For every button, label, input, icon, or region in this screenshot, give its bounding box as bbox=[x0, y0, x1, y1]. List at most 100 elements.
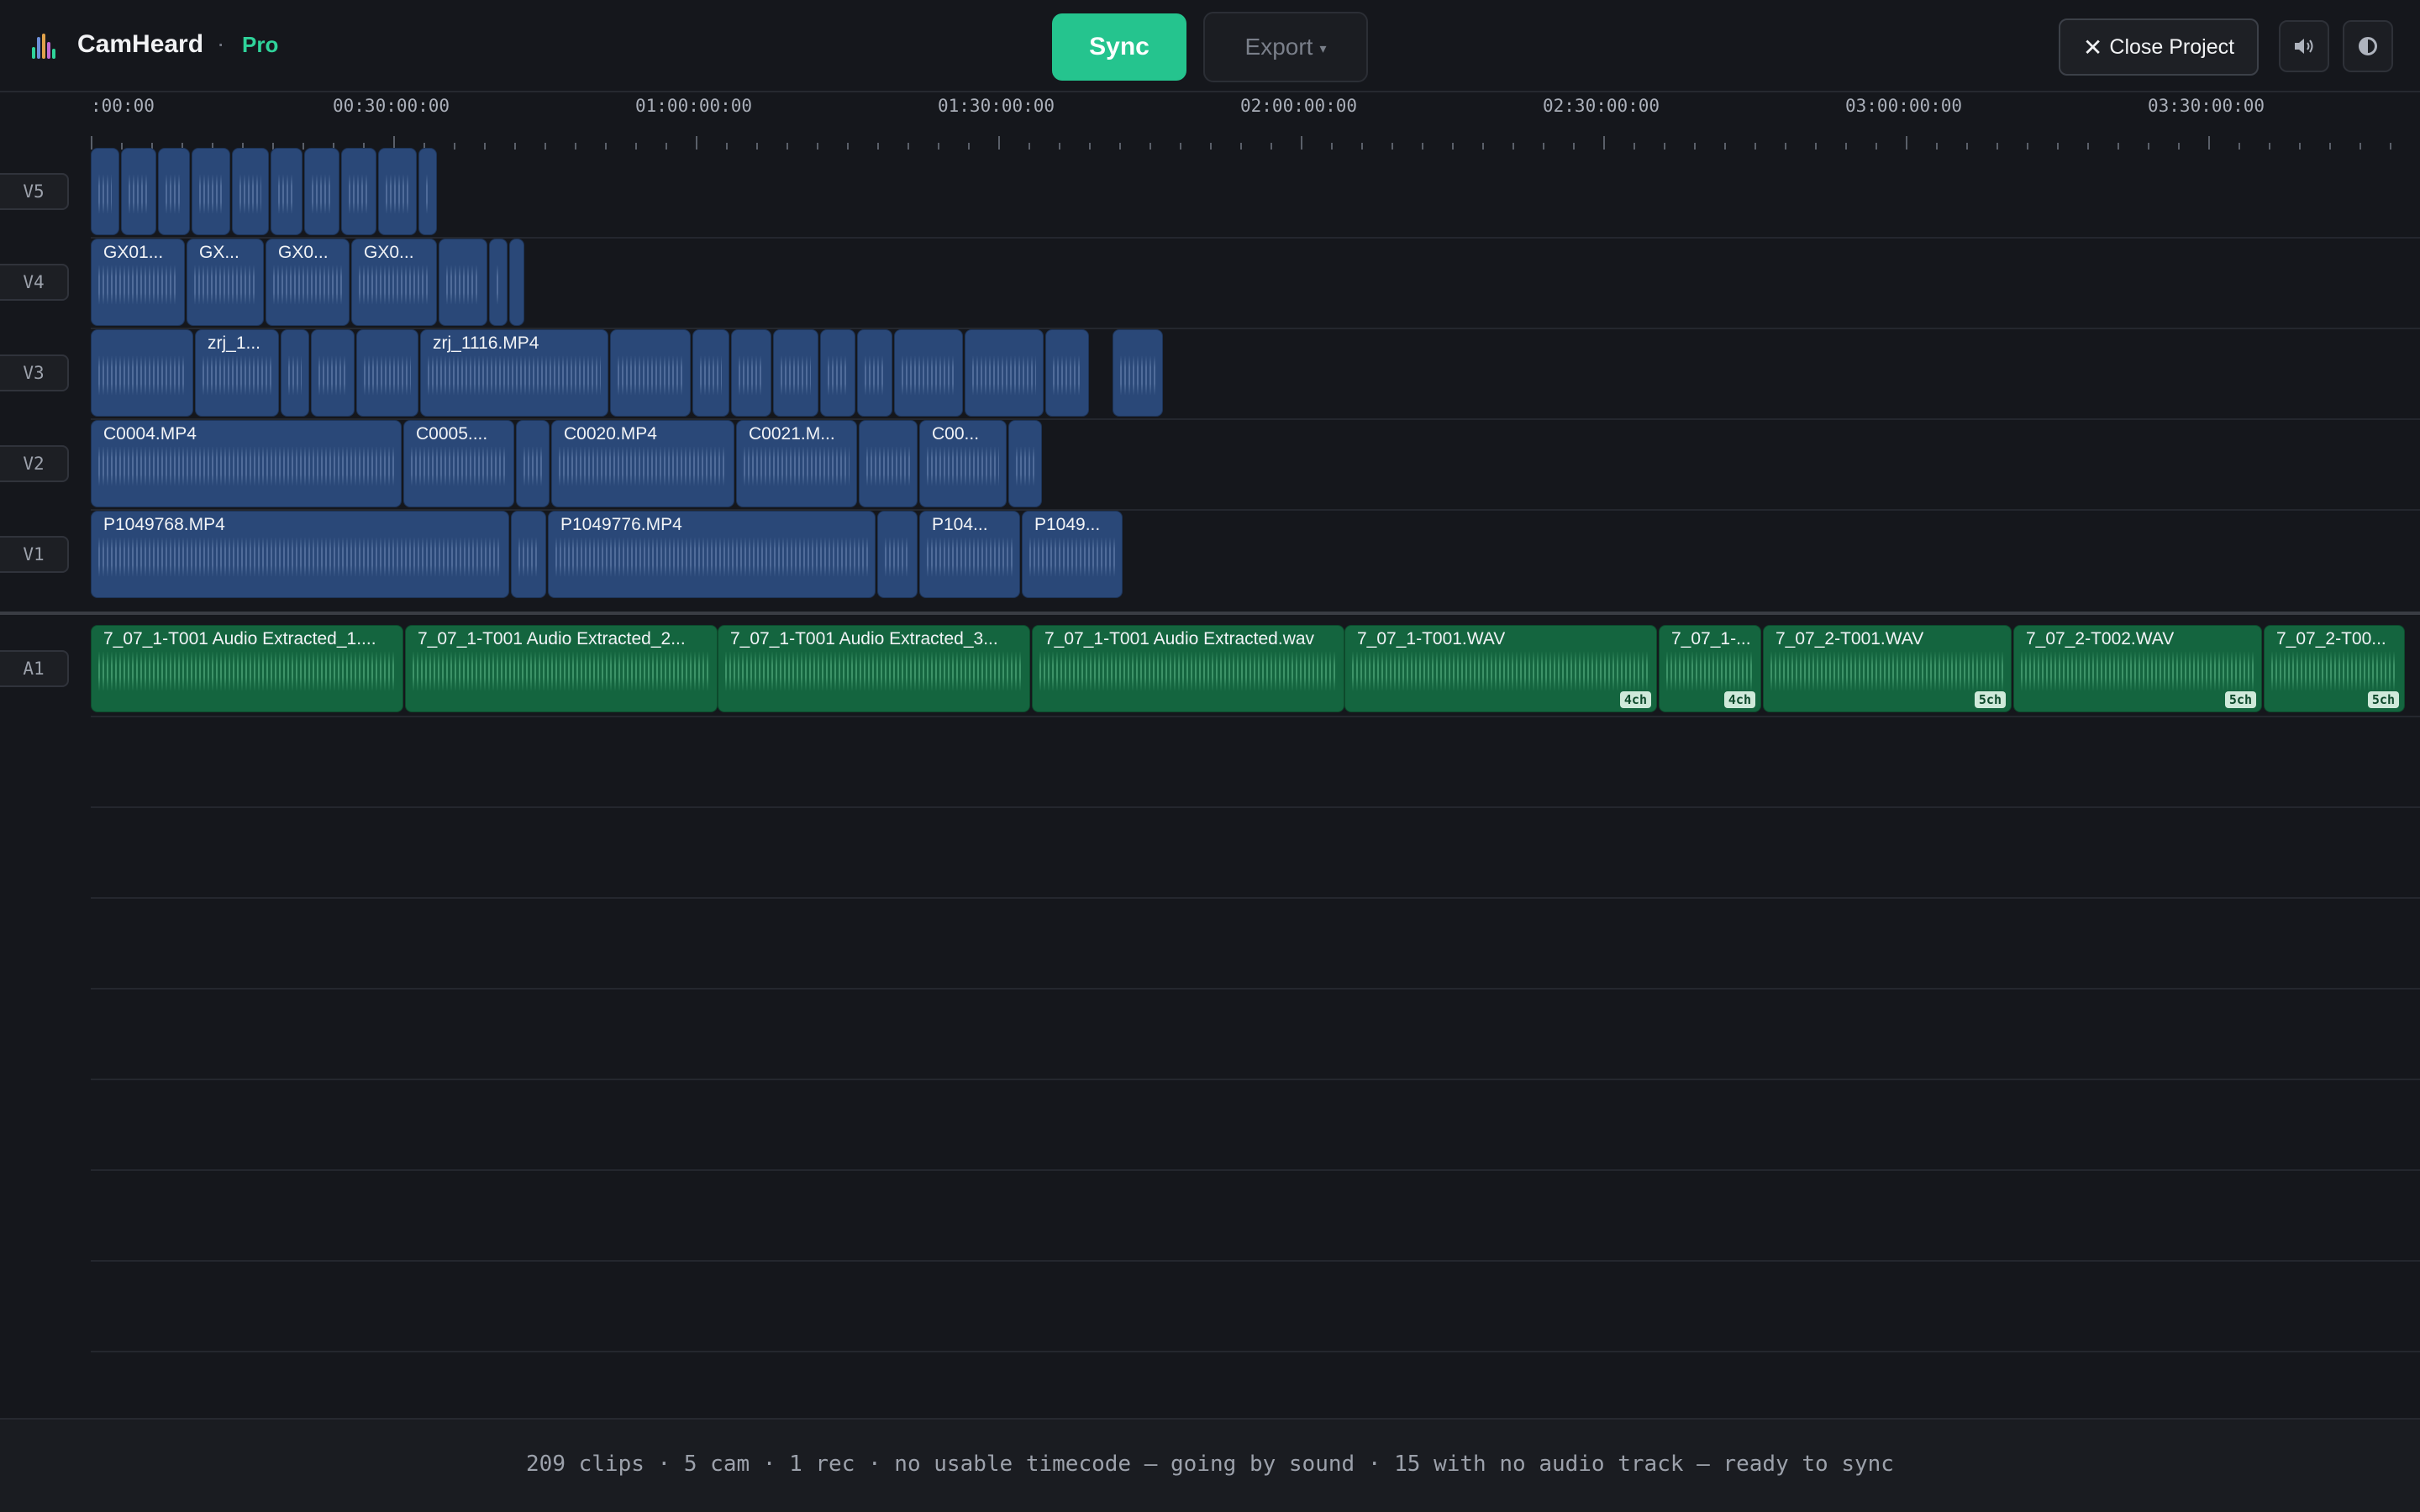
ruler-tick bbox=[1573, 143, 1575, 150]
audio-clip[interactable]: 7_07_2-T002.WAV 5ch bbox=[2013, 625, 2262, 712]
track-label-v1[interactable]: V1 bbox=[0, 536, 69, 573]
audio-clip[interactable]: 7_07_1-T001.WAV 4ch bbox=[1344, 625, 1657, 712]
track-divider bbox=[91, 897, 2420, 899]
ruler-tick bbox=[1845, 143, 1847, 150]
timeline-ruler[interactable]: :00:00 00:30:00:00 01:00:00:00 01:30:00:00 0… bbox=[91, 94, 2420, 150]
waveform bbox=[199, 174, 223, 214]
track-divider bbox=[91, 418, 2420, 420]
audio-clip[interactable]: 7_07_1-T001 Audio Extracted_2... bbox=[405, 625, 718, 712]
audio-clip[interactable]: 7_07_2-T001.WAV 5ch bbox=[1763, 625, 2012, 712]
video-clip[interactable] bbox=[281, 329, 309, 417]
waveform bbox=[428, 355, 601, 396]
video-clip[interactable] bbox=[820, 329, 855, 417]
video-clip[interactable] bbox=[121, 148, 156, 235]
ruler-tick bbox=[1815, 143, 1817, 150]
video-audio-divider[interactable] bbox=[0, 612, 2420, 615]
audio-clip[interactable]: 7_07_1-... 4ch bbox=[1659, 625, 1761, 712]
track-label-v3[interactable]: V3 bbox=[0, 354, 69, 391]
video-clip[interactable]: P1049768.MP4 bbox=[91, 511, 509, 598]
track-label-v5[interactable]: V5 bbox=[0, 173, 69, 210]
waveform bbox=[865, 355, 885, 396]
audio-clip[interactable]: 7_07_2-T00... 5ch bbox=[2264, 625, 2405, 712]
video-clip[interactable] bbox=[192, 148, 230, 235]
audio-clip[interactable]: 7_07_1-T001 Audio Extracted.wav bbox=[1032, 625, 1344, 712]
waveform bbox=[523, 446, 542, 486]
video-clip[interactable]: C00... bbox=[919, 420, 1007, 507]
video-clip[interactable] bbox=[509, 239, 524, 326]
video-clip[interactable] bbox=[91, 148, 119, 235]
video-clip[interactable] bbox=[610, 329, 691, 417]
channel-count-badge: 5ch bbox=[1974, 691, 2006, 708]
video-clip[interactable] bbox=[516, 420, 550, 507]
video-clip[interactable] bbox=[1045, 329, 1089, 417]
theme-toggle-button[interactable] bbox=[2343, 20, 2393, 72]
clip-name: C0005.... bbox=[416, 424, 488, 444]
video-clip[interactable] bbox=[341, 148, 376, 235]
video-clip[interactable]: GX... bbox=[187, 239, 264, 326]
video-clip[interactable]: GX0... bbox=[351, 239, 437, 326]
close-project-button[interactable]: ✕ Close Project bbox=[2059, 18, 2259, 76]
video-clip[interactable] bbox=[1008, 420, 1042, 507]
audio-clip[interactable]: 7_07_1-T001 Audio Extracted_3... bbox=[718, 625, 1030, 712]
video-clip[interactable] bbox=[271, 148, 302, 235]
volume-button[interactable] bbox=[2279, 20, 2329, 72]
video-clip[interactable] bbox=[692, 329, 729, 417]
waveform bbox=[312, 174, 332, 214]
video-clip[interactable] bbox=[857, 329, 892, 417]
video-clip[interactable] bbox=[232, 148, 269, 235]
video-clip[interactable] bbox=[894, 329, 963, 417]
video-clip[interactable]: GX01... bbox=[91, 239, 185, 326]
video-clip[interactable] bbox=[877, 511, 918, 598]
video-clip[interactable]: P1049... bbox=[1022, 511, 1123, 598]
ruler-tick bbox=[544, 143, 546, 150]
ruler-tick bbox=[2208, 136, 2210, 150]
video-clip[interactable]: zrj_1... bbox=[195, 329, 279, 417]
video-clip[interactable]: zrj_1116.MP4 bbox=[420, 329, 608, 417]
waveform bbox=[972, 355, 1036, 396]
clip-name: C00... bbox=[932, 424, 980, 444]
audio-clip[interactable]: 7_07_1-T001 Audio Extracted_1.... bbox=[91, 625, 403, 712]
video-clip[interactable] bbox=[511, 511, 546, 598]
video-clip[interactable] bbox=[489, 239, 508, 326]
ruler-tick bbox=[121, 143, 123, 150]
export-button[interactable]: Export ▾ bbox=[1203, 12, 1368, 82]
video-clip[interactable] bbox=[378, 148, 417, 235]
video-clip[interactable]: C0021.M... bbox=[736, 420, 857, 507]
video-clip[interactable]: P104... bbox=[919, 511, 1020, 598]
video-clip[interactable] bbox=[418, 148, 437, 235]
track-label-v4[interactable]: V4 bbox=[0, 264, 69, 301]
video-clip[interactable]: C0020.MP4 bbox=[551, 420, 734, 507]
ruler-tick bbox=[1936, 143, 1938, 150]
video-clip[interactable] bbox=[1113, 329, 1163, 417]
video-clip[interactable] bbox=[311, 329, 355, 417]
video-clip[interactable] bbox=[965, 329, 1044, 417]
video-clip[interactable] bbox=[304, 148, 339, 235]
track-label-v2[interactable]: V2 bbox=[0, 445, 69, 482]
video-clip[interactable] bbox=[731, 329, 771, 417]
video-clip[interactable]: C0004.MP4 bbox=[91, 420, 402, 507]
track-divider bbox=[91, 1169, 2420, 1171]
waveform bbox=[194, 265, 256, 305]
waveform bbox=[927, 446, 999, 486]
track-label-a1[interactable]: A1 bbox=[0, 650, 69, 687]
video-clip[interactable]: GX0... bbox=[266, 239, 350, 326]
ruler-tick bbox=[575, 143, 576, 150]
video-clip[interactable] bbox=[158, 148, 190, 235]
waveform bbox=[1039, 651, 1337, 691]
video-clip[interactable] bbox=[91, 329, 193, 417]
video-clip[interactable]: C0005.... bbox=[403, 420, 514, 507]
video-clip[interactable] bbox=[859, 420, 918, 507]
ruler-tick bbox=[454, 143, 455, 150]
waveform bbox=[885, 537, 910, 577]
ruler-tick bbox=[1543, 143, 1544, 150]
video-clip[interactable] bbox=[773, 329, 818, 417]
ruler-tick bbox=[91, 136, 92, 150]
video-clip[interactable] bbox=[356, 329, 418, 417]
channel-count-badge: 4ch bbox=[1723, 691, 1755, 708]
video-clip[interactable]: P1049776.MP4 bbox=[548, 511, 876, 598]
waveform bbox=[781, 355, 811, 396]
waveform bbox=[203, 355, 271, 396]
video-clip[interactable] bbox=[439, 239, 487, 326]
ruler-tick bbox=[2390, 143, 2391, 150]
sync-button[interactable]: Sync bbox=[1052, 13, 1186, 81]
